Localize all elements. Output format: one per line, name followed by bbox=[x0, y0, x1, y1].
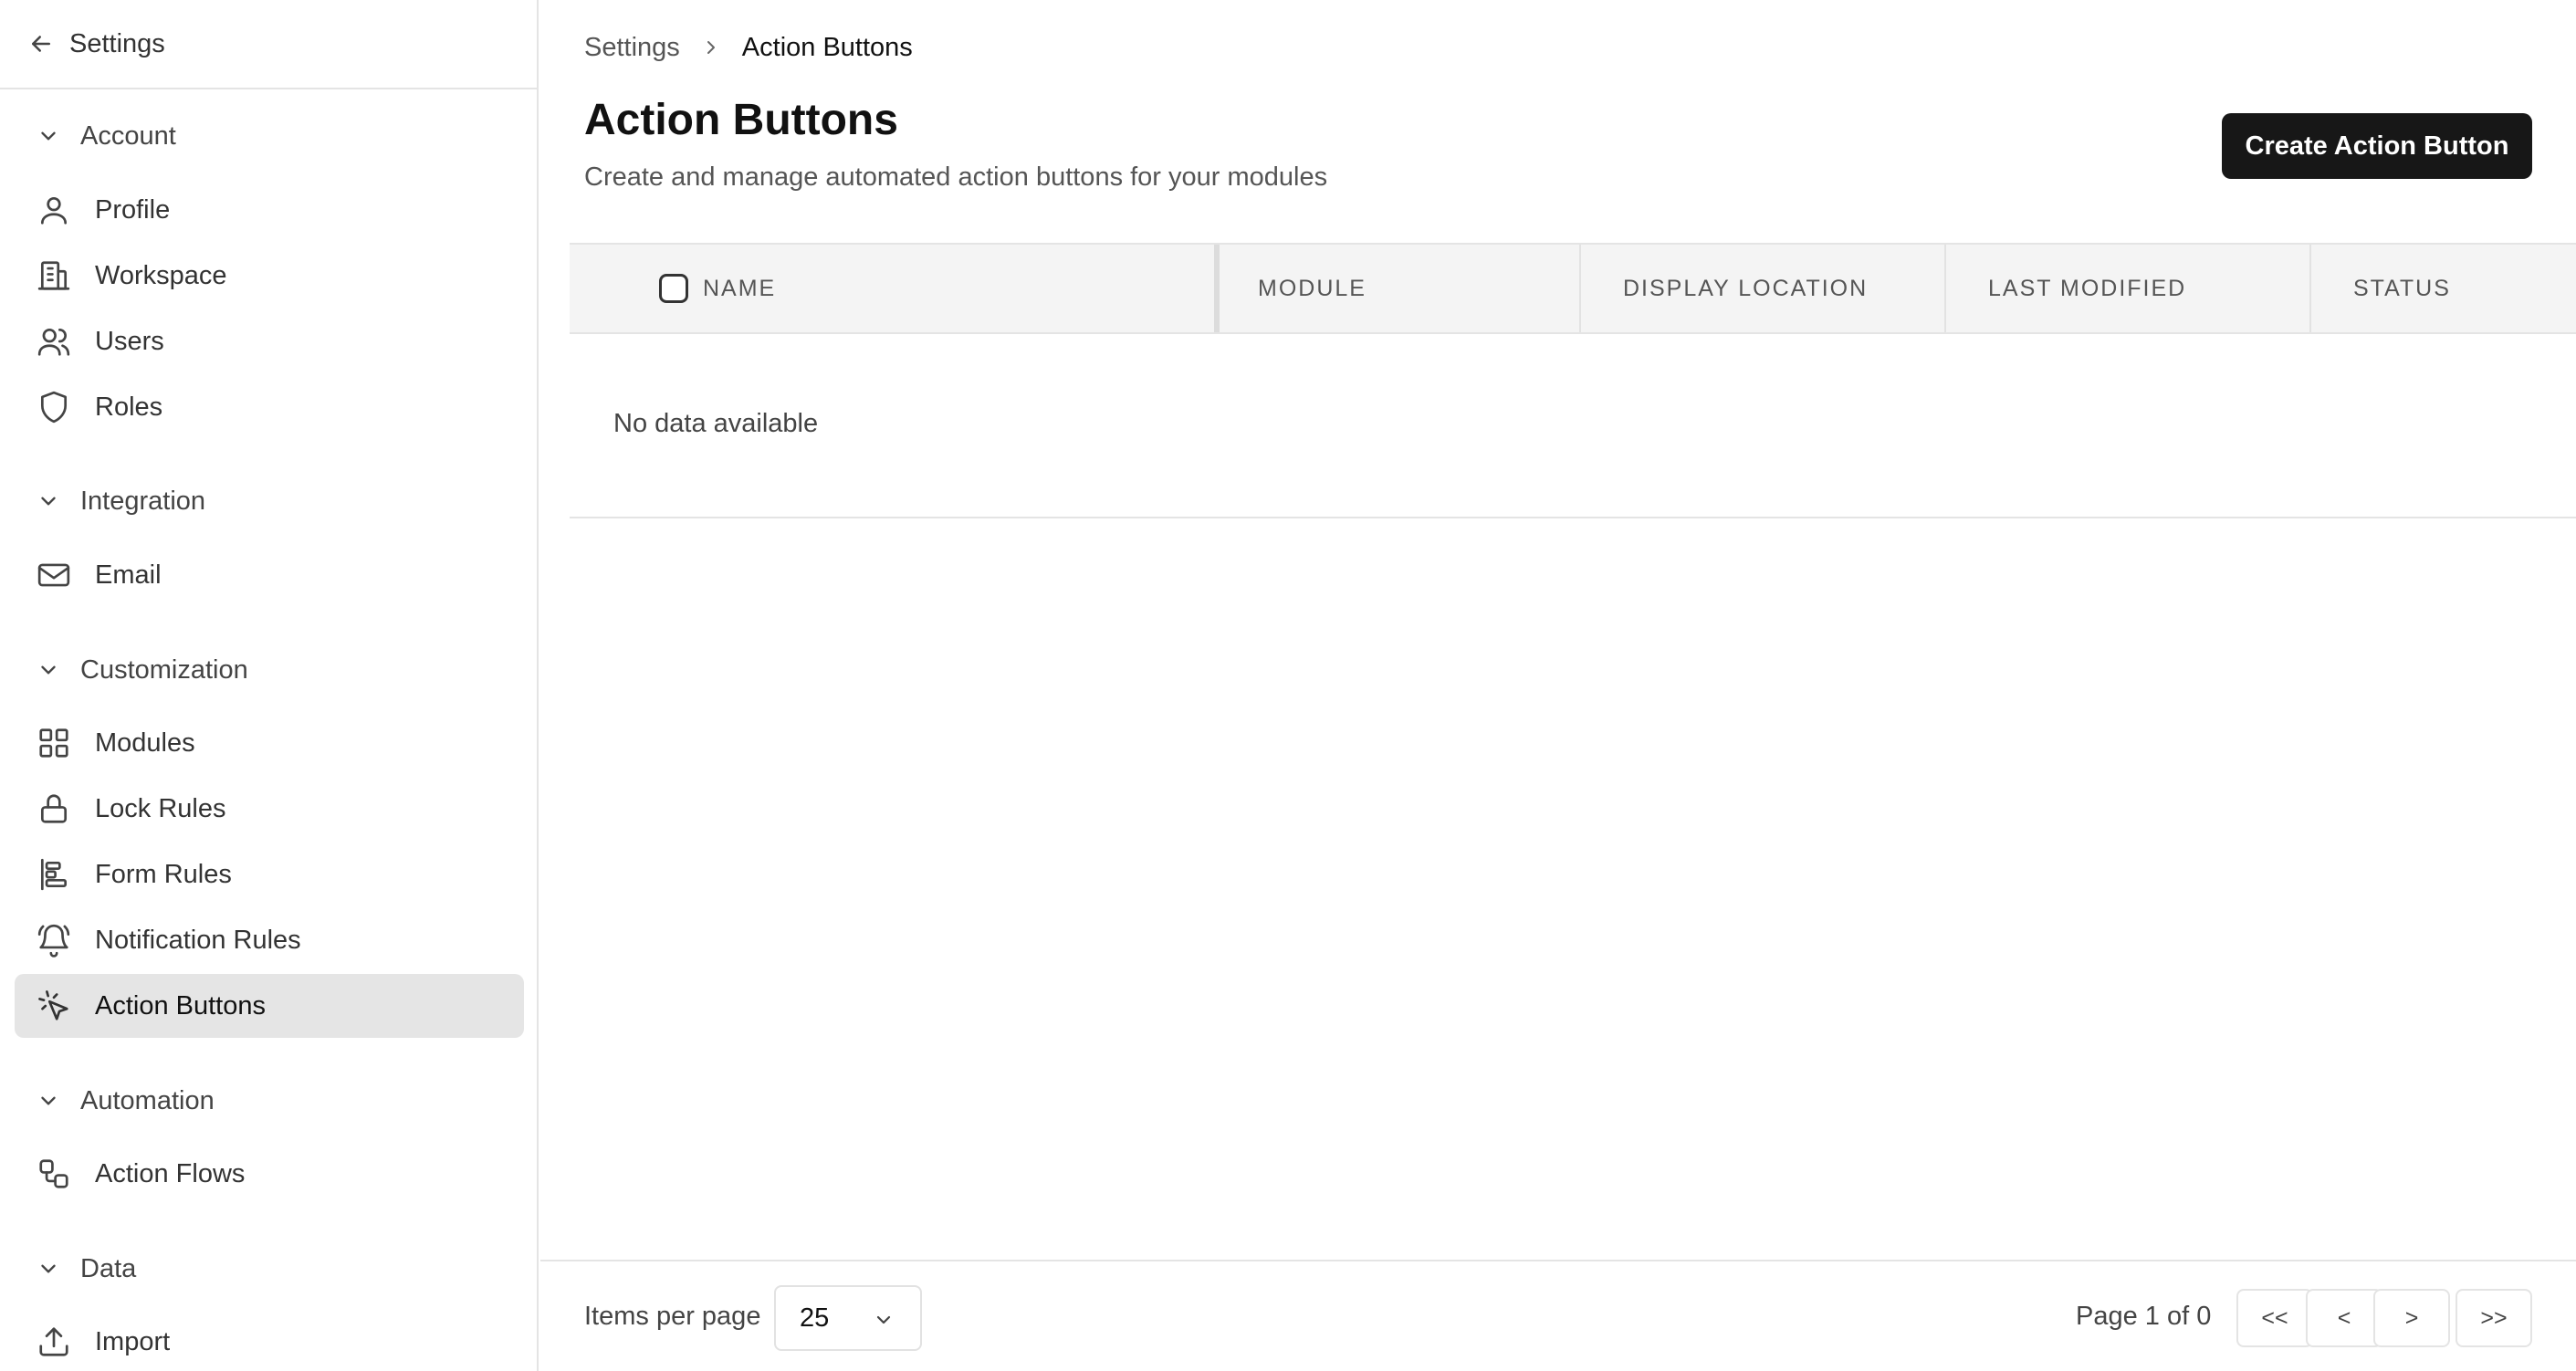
create-action-button[interactable]: Create Action Button bbox=[2222, 113, 2532, 179]
sidebar-item-label: Users bbox=[95, 326, 164, 356]
sidebar-item-label: Form Rules bbox=[95, 859, 232, 889]
table-body: No data available bbox=[570, 334, 2576, 518]
page-info: Page 1 of 0 bbox=[2076, 1302, 2212, 1331]
chevron-down-icon bbox=[41, 1096, 56, 1105]
column-label: STATUS bbox=[2353, 275, 2451, 301]
first-page-button[interactable]: << bbox=[2236, 1289, 2313, 1347]
section-data-toggle[interactable]: Data bbox=[0, 1246, 537, 1292]
section-label: Customization bbox=[80, 654, 248, 685]
workflow-icon bbox=[39, 1159, 68, 1188]
section-integration-toggle[interactable]: Integration bbox=[0, 478, 537, 524]
sidebar-item-label: Profile bbox=[95, 194, 171, 225]
sidebar-item-label: Workspace bbox=[95, 260, 227, 290]
page-subtitle: Create and manage automated action butto… bbox=[584, 162, 1328, 192]
sidebar-item-profile[interactable]: Profile bbox=[15, 178, 524, 242]
sidebar-item-modules[interactable]: Modules bbox=[15, 711, 524, 775]
column-header-status[interactable]: STATUS bbox=[2353, 245, 2451, 332]
sidebar-item-email[interactable]: Email bbox=[15, 543, 524, 607]
table-header: NAME MODULE DISPLAY LOCATION LAST MODIFI… bbox=[570, 243, 2576, 334]
lock-icon bbox=[40, 794, 68, 823]
previous-page-button[interactable]: < bbox=[2306, 1289, 2382, 1347]
grid-icon bbox=[39, 728, 68, 758]
sidebar-item-workspace[interactable]: Workspace bbox=[15, 244, 524, 308]
chevron-down-icon bbox=[41, 1264, 56, 1273]
column-divider bbox=[1579, 245, 1581, 332]
section-label: Integration bbox=[80, 486, 206, 516]
shield-icon bbox=[40, 391, 68, 424]
next-page-button[interactable]: > bbox=[2373, 1289, 2450, 1347]
column-header-module[interactable]: MODULE bbox=[1258, 245, 1367, 332]
sidebar-item-label: Action Flows bbox=[95, 1158, 246, 1188]
action-buttons-table: NAME MODULE DISPLAY LOCATION LAST MODIFI… bbox=[570, 243, 2576, 518]
sidebar-item-label: Import bbox=[95, 1326, 171, 1356]
sidebar-item-label: Modules bbox=[95, 727, 195, 758]
sidebar-item-label: Lock Rules bbox=[95, 793, 226, 823]
chevron-down-icon bbox=[41, 665, 56, 675]
breadcrumb-settings-link[interactable]: Settings bbox=[584, 33, 680, 63]
items-per-page-select[interactable]: 25 bbox=[774, 1285, 922, 1351]
sidebar-item-label: Notification Rules bbox=[95, 925, 301, 955]
empty-state-message: No data available bbox=[613, 409, 819, 438]
sidebar-item-lock-rules[interactable]: Lock Rules bbox=[15, 777, 524, 841]
align-left-icon bbox=[40, 858, 68, 891]
items-per-page-label: Items per page bbox=[584, 1302, 761, 1331]
select-all-checkbox[interactable] bbox=[659, 274, 688, 303]
column-label: NAME bbox=[703, 275, 777, 301]
page-title: Action Buttons bbox=[584, 96, 898, 144]
breadcrumb-current: Action Buttons bbox=[741, 32, 913, 62]
sidebar-item-form-rules[interactable]: Form Rules bbox=[15, 842, 524, 906]
column-divider bbox=[1944, 245, 1946, 332]
last-page-button[interactable]: >> bbox=[2456, 1289, 2532, 1347]
sidebar-item-action-buttons[interactable]: Action Buttons bbox=[15, 974, 524, 1038]
building-icon bbox=[37, 261, 70, 290]
column-header-display-location[interactable]: DISPLAY LOCATION bbox=[1623, 245, 1868, 332]
sidebar-item-action-flows[interactable]: Action Flows bbox=[15, 1142, 524, 1206]
column-resize-handle[interactable] bbox=[1214, 245, 1220, 332]
section-automation-toggle[interactable]: Automation bbox=[0, 1078, 537, 1124]
pointer-click-icon bbox=[38, 990, 68, 1020]
sidebar-item-label: Email bbox=[95, 560, 162, 590]
chevron-down-icon bbox=[876, 1315, 891, 1324]
column-header-name[interactable]: NAME bbox=[659, 245, 776, 332]
column-divider bbox=[2309, 245, 2311, 332]
user-icon bbox=[40, 196, 68, 225]
column-label: DISPLAY LOCATION bbox=[1623, 275, 1869, 301]
column-header-last-modified[interactable]: LAST MODIFIED bbox=[1988, 245, 2186, 332]
back-label: Settings bbox=[69, 28, 165, 58]
section-label: Data bbox=[80, 1253, 137, 1283]
section-customization-toggle[interactable]: Customization bbox=[0, 647, 537, 693]
upload-icon bbox=[39, 1327, 68, 1356]
sidebar-item-label: Roles bbox=[95, 392, 163, 422]
sidebar-item-import[interactable]: Import bbox=[15, 1310, 524, 1371]
items-per-page-value: 25 bbox=[800, 1303, 830, 1333]
chevron-down-icon bbox=[41, 497, 56, 506]
sidebar-item-notification-rules[interactable]: Notification Rules bbox=[15, 908, 524, 972]
chevron-right-icon bbox=[707, 41, 715, 54]
breadcrumb: Settings Action Buttons bbox=[584, 27, 913, 68]
pagination-bar: Items per page 25 Page 1 of 0 << < > >> bbox=[540, 1260, 2576, 1371]
arrow-left-icon bbox=[32, 36, 50, 52]
section-label: Account bbox=[80, 120, 176, 151]
column-label: LAST MODIFIED bbox=[1988, 275, 2187, 301]
mail-icon bbox=[37, 563, 70, 587]
bell-icon bbox=[37, 924, 70, 958]
section-account-toggle[interactable]: Account bbox=[0, 113, 537, 159]
users-icon bbox=[37, 328, 70, 356]
settings-sidebar: Settings Account Profile Workspace Users… bbox=[0, 0, 539, 1371]
sidebar-item-label: Action Buttons bbox=[95, 990, 266, 1020]
sidebar-item-users[interactable]: Users bbox=[15, 309, 524, 373]
section-label: Automation bbox=[80, 1085, 215, 1115]
sidebar-item-roles[interactable]: Roles bbox=[15, 375, 524, 439]
column-label: MODULE bbox=[1258, 275, 1367, 301]
back-to-settings-link[interactable]: Settings bbox=[0, 0, 537, 89]
chevron-down-icon bbox=[41, 131, 56, 141]
